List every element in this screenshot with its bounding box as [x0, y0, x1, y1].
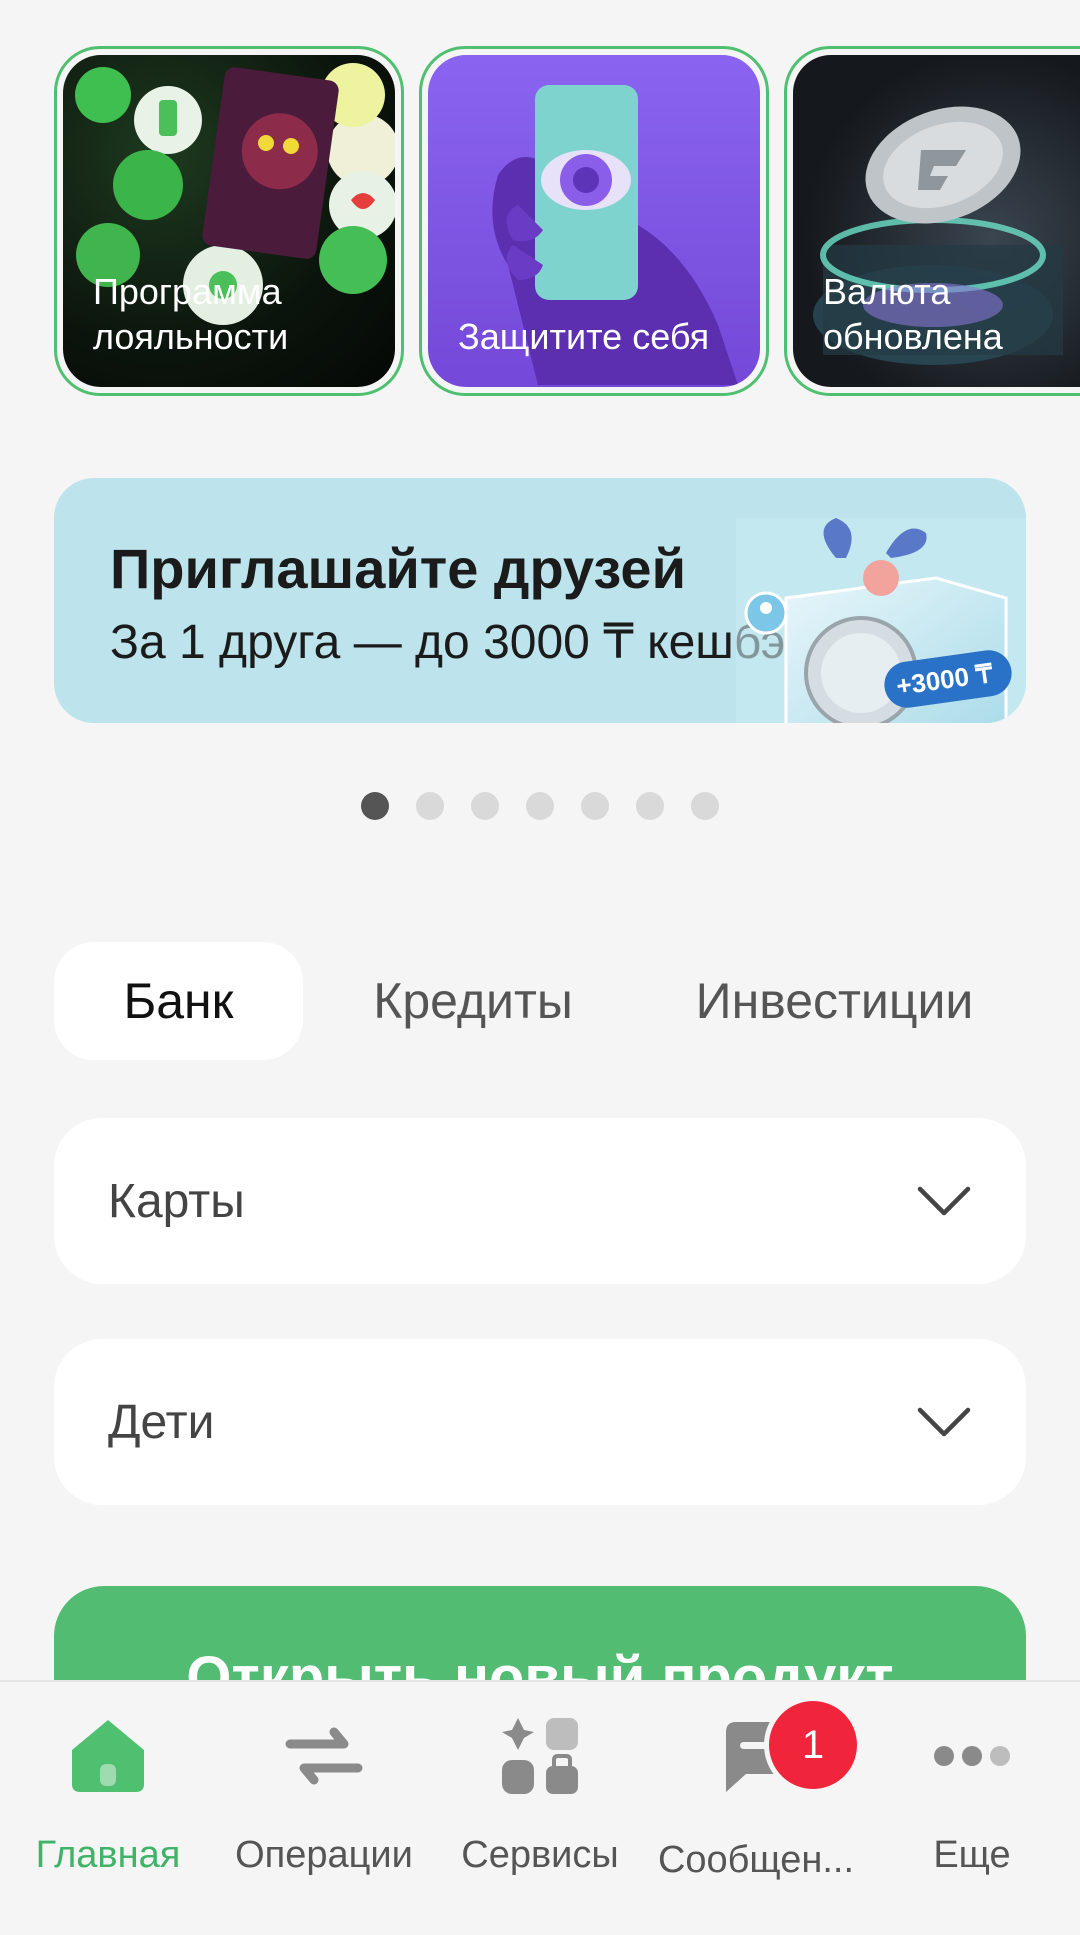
section-children[interactable]: Дети — [54, 1339, 1026, 1505]
nav-operations[interactable]: Операции — [216, 1714, 432, 1877]
section-cards[interactable]: Карты — [54, 1118, 1026, 1284]
story-currency-updated[interactable]: Валюта обновлена — [784, 46, 1080, 396]
section-label: Дети — [108, 1395, 215, 1449]
banner-pagination — [0, 792, 1080, 820]
pagination-dot[interactable] — [361, 792, 389, 820]
stories-row: Программа лояльности Защитите себя Валют… — [54, 46, 1080, 396]
nav-more[interactable]: Еще — [864, 1714, 1080, 1877]
story-protect-yourself[interactable]: Защитите себя — [419, 46, 769, 396]
home-icon — [72, 1720, 144, 1792]
nav-label: Главная — [35, 1834, 181, 1876]
pagination-dot[interactable] — [471, 792, 499, 820]
story-image: Защитите себя — [428, 55, 760, 387]
pagination-dot[interactable] — [526, 792, 554, 820]
tab-bank[interactable]: Банк — [54, 942, 303, 1060]
pagination-dot[interactable] — [636, 792, 664, 820]
story-loyalty-program[interactable]: Программа лояльности — [54, 46, 404, 396]
product-tabs: Банк Кредиты Инвестиции — [54, 942, 1026, 1060]
tab-investments[interactable]: Инвестиции — [643, 942, 1026, 1060]
story-image: Валюта обновлена — [793, 55, 1080, 387]
pagination-dot[interactable] — [416, 792, 444, 820]
chevron-down-icon — [917, 1407, 971, 1437]
services-grid-icon — [502, 1718, 578, 1794]
pagination-dot[interactable] — [691, 792, 719, 820]
more-dots-icon — [934, 1746, 1010, 1766]
tab-credits[interactable]: Кредиты — [303, 942, 643, 1060]
bottom-tab-bar: Главная Операции Сервисы 1 Сообщен... Ещ… — [0, 1680, 1080, 1935]
nav-label: Сообщен... — [657, 1839, 855, 1881]
nav-label: Сервисы — [461, 1834, 619, 1876]
unread-badge: 1 — [764, 1696, 862, 1794]
chevron-down-icon — [917, 1186, 971, 1216]
banner-title: Приглашайте друзей — [110, 537, 686, 600]
nav-label: Еще — [933, 1834, 1011, 1876]
gift-box-icon: +3000 ₸ — [736, 518, 1026, 723]
nav-services[interactable]: Сервисы — [432, 1714, 648, 1877]
nav-label: Операции — [235, 1834, 413, 1876]
invite-friends-banner[interactable]: Приглашайте друзей За 1 друга — до 3000 … — [54, 478, 1026, 723]
pagination-dot[interactable] — [581, 792, 609, 820]
nav-messages[interactable]: 1 Сообщен... — [648, 1696, 864, 1882]
nav-home[interactable]: Главная — [0, 1714, 216, 1877]
section-label: Карты — [108, 1174, 245, 1228]
story-title: Валюта обновлена — [823, 271, 1003, 357]
story-image: Программа лояльности — [63, 55, 395, 387]
story-title: Программа лояльности — [93, 271, 289, 357]
messages-icon-wrap: 1 — [714, 1696, 862, 1803]
transfer-arrows-icon — [285, 1727, 363, 1785]
story-title: Защитите себя — [458, 316, 710, 357]
